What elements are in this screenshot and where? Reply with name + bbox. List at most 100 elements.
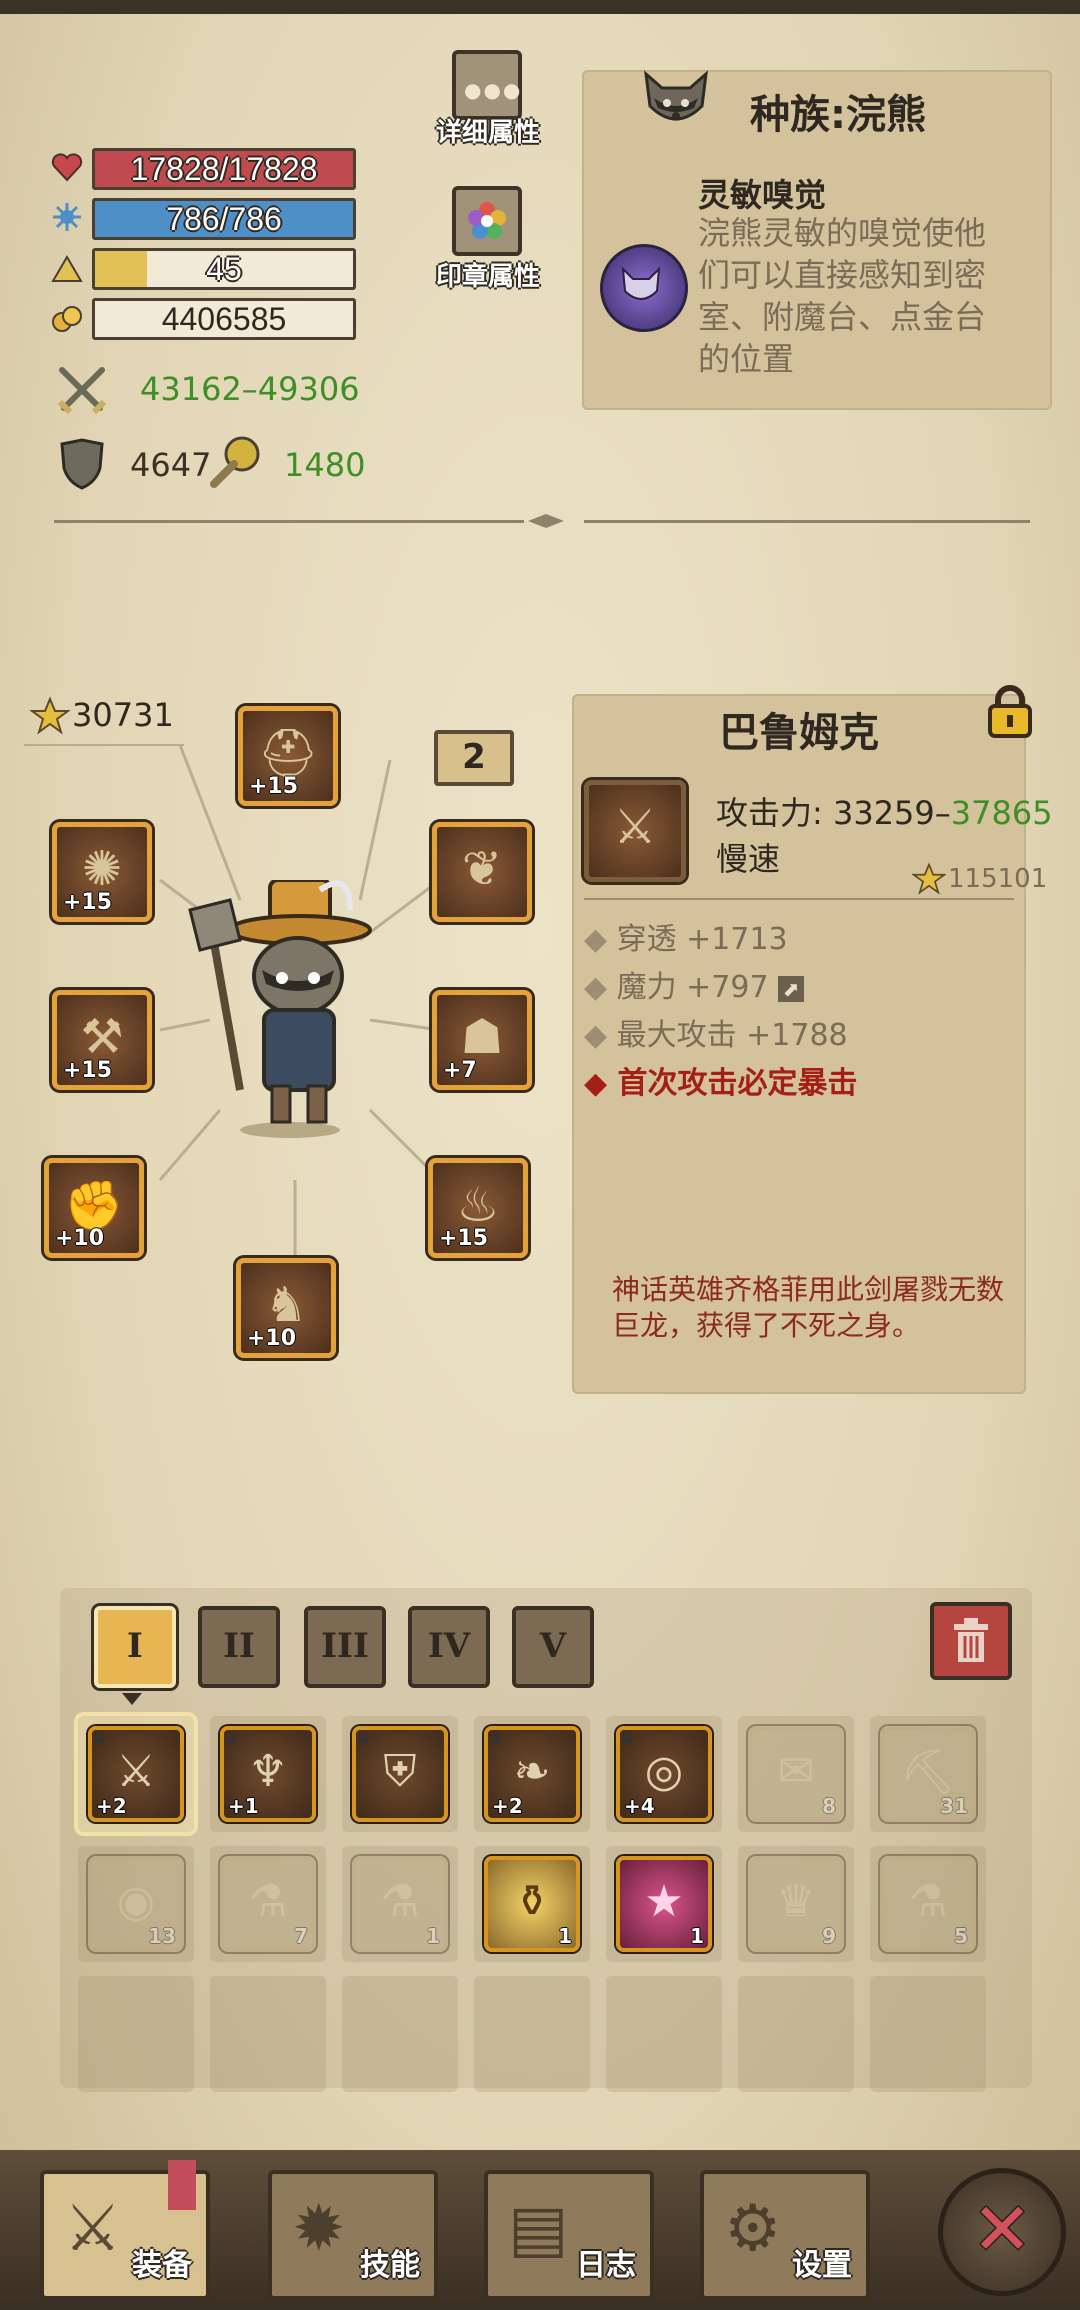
detail-attributes-button[interactable]: ●●● bbox=[452, 50, 522, 120]
inventory-cell[interactable]: ⚔ 🔒︎ +2 bbox=[78, 1716, 194, 1832]
seal-attributes-button[interactable] bbox=[452, 186, 522, 256]
inventory-item[interactable]: ♛ 9 bbox=[748, 1856, 844, 1952]
bat-icon: ❦ bbox=[461, 841, 503, 897]
tab-4[interactable]: IV bbox=[408, 1606, 490, 1688]
lock-icon[interactable] bbox=[986, 684, 1034, 740]
gold-value: 4406585 bbox=[161, 301, 287, 337]
nav-log-button[interactable]: ▤ 日志 bbox=[484, 2170, 654, 2300]
hp-value: 17828/17828 bbox=[130, 151, 318, 187]
inventory-item[interactable]: ★ 1 bbox=[616, 1856, 712, 1952]
inventory-cell[interactable] bbox=[606, 1976, 722, 2092]
item-lore: 神话英雄齐格菲用此剑屠戮无数巨龙，获得了不死之身。 bbox=[612, 1273, 1005, 1342]
equip-slot-boots[interactable]: ♨ +15 bbox=[428, 1158, 528, 1258]
lock-icon: 🔒︎ bbox=[358, 1724, 369, 1748]
lock-icon: 🔒︎ bbox=[622, 1724, 633, 1748]
heart-icon bbox=[50, 150, 84, 184]
nav-settings-button[interactable]: ⚙ 设置 bbox=[700, 2170, 870, 2300]
item-speed: 慢速 bbox=[716, 840, 781, 878]
close-icon: ✕ bbox=[971, 2187, 1033, 2271]
inventory-item[interactable]: ✉ 8 bbox=[748, 1726, 844, 1822]
seal-attributes-label[interactable]: 印章属性 bbox=[428, 256, 548, 293]
inventory-cell[interactable]: ◉ 13 bbox=[78, 1846, 194, 1962]
inventory-cell[interactable]: ♛ 9 bbox=[738, 1846, 854, 1962]
mp-value: 786/786 bbox=[166, 201, 282, 237]
inventory-cell[interactable] bbox=[870, 1976, 986, 2092]
divider-right bbox=[584, 520, 1030, 523]
inventory-cell[interactable]: ♆ 🔒︎ +1 bbox=[210, 1716, 326, 1832]
inventory-cell[interactable] bbox=[210, 1976, 326, 2092]
inventory-item[interactable]: ⛨ 🔒︎ bbox=[352, 1724, 448, 1822]
sword-icon: ⚔ bbox=[116, 1746, 156, 1797]
inventory-cell[interactable]: ⚱ 1 bbox=[474, 1846, 590, 1962]
inventory-item[interactable]: ⚗ 7 bbox=[220, 1856, 316, 1952]
skill-burst-icon: ✹ bbox=[292, 2192, 346, 2266]
equip-slot-hat[interactable]: ⛑ +15 bbox=[238, 706, 338, 806]
inventory-cell[interactable] bbox=[474, 1976, 590, 2092]
loadout-badge[interactable]: 2 bbox=[434, 730, 514, 786]
flower-seal-icon bbox=[468, 202, 506, 239]
tab-3[interactable]: III bbox=[304, 1606, 386, 1688]
ellipsis-icon: ●●● bbox=[464, 78, 523, 102]
divider-ornament bbox=[528, 512, 564, 530]
detail-attributes-label[interactable]: 详细属性 bbox=[428, 112, 548, 149]
inventory-item[interactable]: ⚗ 1 bbox=[352, 1856, 448, 1952]
tab-2[interactable]: II bbox=[198, 1606, 280, 1688]
inventory-cell[interactable]: ⛏ 31 bbox=[870, 1716, 986, 1832]
boots-icon: ♨ bbox=[456, 1177, 500, 1233]
shield-ring-icon: ◎ bbox=[644, 1746, 684, 1797]
inventory-cell[interactable] bbox=[342, 1976, 458, 2092]
inventory-item[interactable]: ⚗ 5 bbox=[880, 1856, 976, 1952]
journal-icon: ▤ bbox=[508, 2192, 569, 2266]
close-button[interactable]: ✕ bbox=[938, 2168, 1066, 2296]
inventory-cell[interactable] bbox=[738, 1976, 854, 2092]
mp-bar: 786/786 bbox=[92, 198, 356, 240]
inventory-cell[interactable]: ★ 1 bbox=[606, 1846, 722, 1962]
gear-icon: ⚙ bbox=[724, 2192, 782, 2266]
equip-slot-head[interactable]: ✺ +15 bbox=[52, 822, 152, 922]
diamond-bullet-icon: ◆ bbox=[584, 1018, 617, 1053]
inventory-item[interactable]: ◉ 13 bbox=[88, 1856, 184, 1952]
equip-slot-armor[interactable]: ☗ +7 bbox=[432, 990, 532, 1090]
inventory-cell[interactable]: ⛨ 🔒︎ bbox=[342, 1716, 458, 1832]
trash-button[interactable] bbox=[930, 1602, 1012, 1680]
inventory-cell[interactable] bbox=[78, 1976, 194, 2092]
star-potion-icon: ★ bbox=[644, 1876, 684, 1927]
defense-value: 4647 bbox=[130, 446, 212, 484]
inventory-item[interactable]: ⛏ 31 bbox=[880, 1726, 976, 1822]
item-attr-magic: ◆ 魔力 +797 ⬈ bbox=[584, 962, 805, 1006]
inventory-cell[interactable]: ⚗ 5 bbox=[870, 1846, 986, 1962]
inventory-item[interactable]: ⚔ 🔒︎ +2 bbox=[88, 1724, 184, 1822]
score-star-icon bbox=[911, 862, 947, 896]
inventory-cell[interactable]: ❧ 🔒︎ +2 bbox=[474, 1716, 590, 1832]
crown-potion-icon: ♛ bbox=[776, 1876, 816, 1927]
lock-icon: 🔒︎ bbox=[94, 1724, 105, 1748]
mana-icon bbox=[50, 200, 84, 234]
item-attr-max-attack: ◆ 最大攻击 +1788 bbox=[584, 1018, 848, 1053]
inventory-item[interactable]: ◎ 🔒︎ +4 bbox=[616, 1724, 712, 1822]
inventory-item[interactable]: ♆ 🔒︎ +1 bbox=[220, 1724, 316, 1822]
level-value: 45 bbox=[206, 251, 242, 287]
nav-skills-button[interactable]: ✹ 技能 bbox=[268, 2170, 438, 2300]
inventory-cell[interactable]: ⚗ 1 bbox=[342, 1846, 458, 1962]
inventory-cell[interactable]: ⚗ 7 bbox=[210, 1846, 326, 1962]
inventory-cell[interactable]: ◎ 🔒︎ +4 bbox=[606, 1716, 722, 1832]
inventory-item[interactable]: ⚱ 1 bbox=[484, 1856, 580, 1952]
equip-slot-amulet[interactable]: ❦ bbox=[432, 822, 532, 922]
diamond-bullet-icon: ◆ bbox=[584, 922, 617, 957]
hp-bar: 17828/17828 bbox=[92, 148, 356, 190]
resist-value: 1480 bbox=[284, 446, 366, 484]
equip-slot-weapon[interactable]: ⚒ +15 bbox=[52, 990, 152, 1090]
raccoon-icon bbox=[640, 70, 712, 136]
inventory-item[interactable]: ❧ 🔒︎ +2 bbox=[484, 1724, 580, 1822]
upgrade-arrow-icon[interactable]: ⬈ bbox=[778, 975, 805, 1002]
tab-5[interactable]: V bbox=[512, 1606, 594, 1688]
crossed-swords-icon bbox=[54, 362, 110, 418]
trash-icon bbox=[954, 1618, 988, 1662]
diamond-bullet-icon: ◆ bbox=[584, 1066, 618, 1101]
tab-1[interactable]: I bbox=[94, 1606, 176, 1688]
equip-slot-legs[interactable]: ♞ +10 bbox=[236, 1258, 336, 1358]
item-name: 巴鲁姆克 bbox=[719, 710, 879, 756]
lock-icon: 🔒︎ bbox=[490, 1724, 501, 1748]
equip-slot-gauntlet[interactable]: ✊ +10 bbox=[44, 1158, 144, 1258]
inventory-cell[interactable]: ✉ 8 bbox=[738, 1716, 854, 1832]
